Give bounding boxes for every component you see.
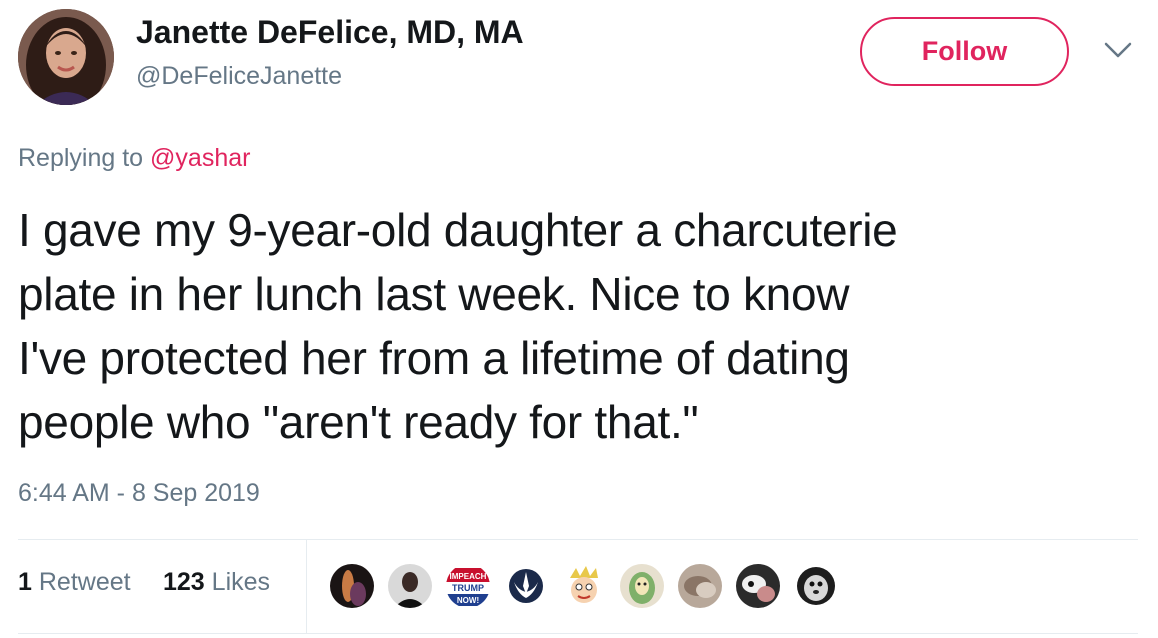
green-drawing-icon bbox=[620, 564, 664, 608]
cartoon-face-icon bbox=[562, 564, 606, 608]
tweet-card: Janette DeFelice, MD, MA @DeFeliceJanett… bbox=[0, 0, 1158, 638]
badge-text-now: NOW! bbox=[457, 596, 479, 605]
profile-photo-icon bbox=[18, 9, 114, 105]
author-avatar[interactable] bbox=[18, 9, 114, 105]
impeach-trump-badge-icon: IMPEACH TRUMP NOW! bbox=[446, 564, 490, 608]
tweet-text-line: I've protected her from a lifetime of da… bbox=[18, 332, 850, 384]
badge-text-trump: TRUMP bbox=[452, 583, 484, 593]
author-handle[interactable]: @DeFeliceJanette bbox=[136, 62, 342, 91]
replying-to-label: Replying to bbox=[18, 144, 144, 172]
tweet-text-line: I gave my 9-year-old daughter a charcute… bbox=[18, 204, 898, 256]
retweet-count: 1 bbox=[18, 568, 32, 596]
chevron-down-icon bbox=[1104, 42, 1132, 58]
reply-mention-link[interactable]: @yashar bbox=[150, 144, 250, 172]
liker-avatar[interactable] bbox=[734, 562, 782, 610]
liker-avatar-icon bbox=[736, 564, 780, 608]
liker-avatar[interactable]: IMPEACH TRUMP NOW! bbox=[444, 562, 492, 610]
like-label: Likes bbox=[211, 568, 271, 596]
dog-avatar-icon bbox=[794, 564, 838, 608]
liker-avatar[interactable] bbox=[676, 562, 724, 610]
badge-text-impeach: IMPEACH bbox=[450, 572, 487, 581]
liker-avatar-icon bbox=[388, 564, 432, 608]
follow-button[interactable]: Follow bbox=[860, 17, 1069, 86]
tweet-text: I gave my 9-year-old daughter a charcute… bbox=[18, 198, 1138, 454]
retweet-count-link[interactable]: 1 Retweet bbox=[18, 568, 131, 597]
liker-avatar-icon bbox=[678, 564, 722, 608]
divider bbox=[306, 540, 307, 633]
retweet-label: Retweet bbox=[38, 568, 131, 596]
more-options-button[interactable] bbox=[1102, 38, 1134, 62]
tweet-text-line: people who "aren't ready for that." bbox=[18, 396, 699, 448]
tweet-text-line: plate in her lunch last week. Nice to kn… bbox=[18, 268, 850, 320]
liker-avatar[interactable] bbox=[792, 562, 840, 610]
liker-avatar[interactable] bbox=[502, 562, 550, 610]
tweet-timestamp[interactable]: 6:44 AM - 8 Sep 2019 bbox=[18, 479, 260, 508]
divider bbox=[18, 539, 1138, 540]
like-count: 123 bbox=[163, 568, 205, 596]
rebel-alliance-icon bbox=[504, 564, 548, 608]
replying-to: Replying to @yashar bbox=[18, 144, 250, 173]
liker-avatar[interactable] bbox=[328, 562, 376, 610]
liker-avatar-icon bbox=[330, 564, 374, 608]
like-count-link[interactable]: 123 Likes bbox=[163, 568, 270, 597]
divider bbox=[18, 633, 1138, 634]
liker-avatar[interactable] bbox=[560, 562, 608, 610]
liker-avatar[interactable] bbox=[618, 562, 666, 610]
author-display-name[interactable]: Janette DeFelice, MD, MA bbox=[136, 14, 524, 51]
liker-avatar[interactable] bbox=[386, 562, 434, 610]
